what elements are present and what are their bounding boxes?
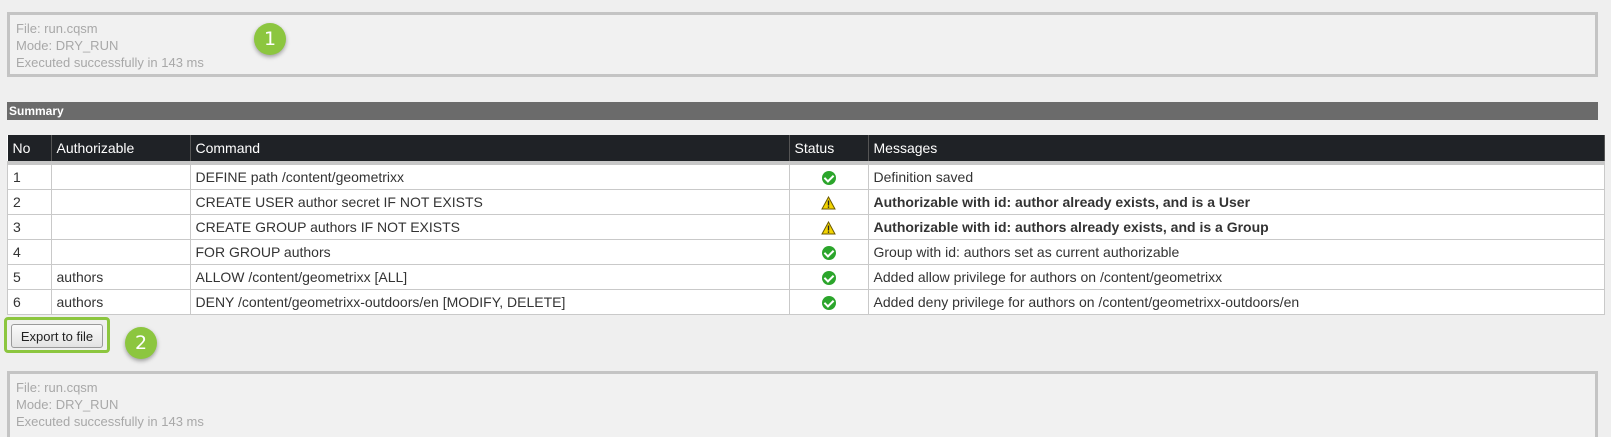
- check-circle-icon: [821, 246, 836, 261]
- cell-status: [788, 189, 869, 215]
- cell-authorizable: [50, 189, 191, 215]
- cell-authorizable: [50, 239, 191, 265]
- cell-message: Authorizable with id: authors already ex…: [867, 214, 1605, 240]
- mode-label: Mode: DRY_RUN: [16, 397, 119, 412]
- column-header-no: No: [7, 135, 52, 165]
- cell-command: ALLOW /content/geometrixx [ALL]: [189, 264, 790, 290]
- cell-status: [788, 289, 869, 315]
- cell-message: Added deny privilege for authors on /con…: [867, 289, 1605, 315]
- table-row: 5 authors ALLOW /content/geometrixx [ALL] A…: [7, 264, 1605, 290]
- cell-status: [788, 214, 869, 240]
- table-row: 4 FOR GROUP authors Group with id: authors…: [7, 239, 1605, 265]
- cell-no: 4: [7, 239, 52, 265]
- cell-authorizable: [50, 214, 191, 240]
- cell-message: Added allow privilege for authors on /co…: [867, 264, 1605, 290]
- execution-status-label: Executed successfully in 143 ms: [16, 55, 204, 70]
- table-header-row: No Authorizable Command Status Messages: [7, 135, 1605, 165]
- table-row: 1 DEFINE path /content/geometrixx Definiti…: [7, 162, 1605, 190]
- callout-badge-2: 2: [125, 327, 157, 359]
- cell-command: DENY /content/geometrixx-outdoors/en [MO…: [189, 289, 790, 315]
- column-header-messages: Messages: [868, 135, 1605, 165]
- results-table: No Authorizable Command Status Messages …: [7, 135, 1605, 315]
- warning-triangle-icon: [821, 196, 836, 210]
- column-header-authorizable: Authorizable: [51, 135, 191, 165]
- warning-triangle-icon: [821, 221, 836, 235]
- export-button-highlight: Export to file: [4, 317, 110, 353]
- cell-authorizable: authors: [50, 264, 191, 290]
- cell-authorizable: authors: [50, 289, 191, 315]
- cell-no: 3: [7, 214, 52, 240]
- cell-message: Definition saved: [867, 162, 1605, 190]
- cell-no: 5: [7, 264, 52, 290]
- table-row: 2 CREATE USER author secret IF NOT EXISTS…: [7, 189, 1605, 215]
- cell-message: Authorizable with id: author already exi…: [867, 189, 1605, 215]
- execution-info-top: File: run.cqsm Mode: DRY_RUN Executed su…: [7, 12, 1598, 77]
- file-label: File: run.cqsm: [16, 380, 98, 395]
- cell-no: 2: [7, 189, 52, 215]
- summary-header: Summary: [7, 102, 1598, 120]
- cell-status: [788, 239, 869, 265]
- cell-no: 1: [7, 162, 52, 190]
- table-row: 3 CREATE GROUP authors IF NOT EXISTS Autho…: [7, 214, 1605, 240]
- cell-status: [788, 162, 869, 190]
- check-circle-icon: [821, 296, 836, 311]
- execution-status-label: Executed successfully in 143 ms: [16, 414, 204, 429]
- cell-command: DEFINE path /content/geometrixx: [189, 162, 790, 190]
- cell-command: CREATE USER author secret IF NOT EXISTS: [189, 189, 790, 215]
- table-body: 1 DEFINE path /content/geometrixx Definiti…: [7, 162, 1605, 315]
- check-circle-icon: [821, 271, 836, 286]
- cell-no: 6: [7, 289, 52, 315]
- export-to-file-button[interactable]: Export to file: [11, 324, 103, 348]
- cell-status: [788, 264, 869, 290]
- check-circle-icon: [821, 171, 836, 186]
- cell-command: CREATE GROUP authors IF NOT EXISTS: [189, 214, 790, 240]
- cell-message: Group with id: authors set as current au…: [867, 239, 1605, 265]
- column-header-status: Status: [789, 135, 869, 165]
- mode-label: Mode: DRY_RUN: [16, 38, 119, 53]
- column-header-command: Command: [190, 135, 790, 165]
- callout-badge-1: 1: [254, 23, 286, 55]
- cell-command: FOR GROUP authors: [189, 239, 790, 265]
- execution-info-bottom: File: run.cqsm Mode: DRY_RUN Executed su…: [7, 371, 1598, 437]
- table-row: 6 authors DENY /content/geometrixx-outdoor…: [7, 289, 1605, 315]
- file-label: File: run.cqsm: [16, 21, 98, 36]
- cell-authorizable: [50, 162, 191, 190]
